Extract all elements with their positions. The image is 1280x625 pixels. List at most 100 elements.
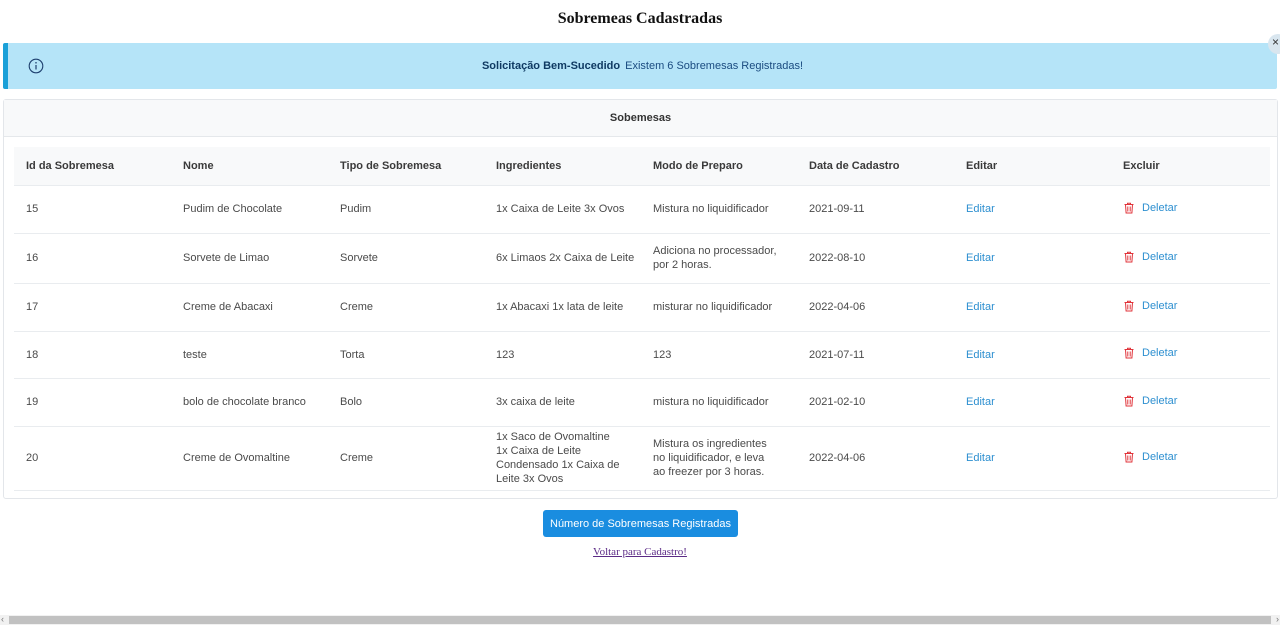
edit-link[interactable]: Editar bbox=[966, 396, 995, 408]
delete-button[interactable]: Deletar bbox=[1123, 346, 1177, 360]
cell-excluir: Deletar bbox=[1111, 233, 1270, 284]
count-desserts-button[interactable]: Número de Sobremesas Registradas bbox=[543, 510, 738, 537]
cell-data: 2021-07-11 bbox=[797, 331, 954, 379]
horizontal-scrollbar[interactable]: ‹ › bbox=[0, 614, 1280, 625]
page-title: Sobremeas Cadastradas bbox=[557, 10, 723, 27]
back-to-register-link[interactable]: Voltar para Cadastro! bbox=[0, 546, 1280, 558]
cell-tipo: Sorvete bbox=[328, 233, 484, 284]
column-header[interactable]: Editar bbox=[954, 147, 1111, 186]
table-header-row: Id da Sobremesa Nome Tipo de Sobremesa I… bbox=[14, 147, 1270, 186]
cell-data: 2022-04-06 bbox=[797, 283, 954, 332]
cell-modo: 123 bbox=[641, 331, 797, 379]
column-header[interactable]: Modo de Preparo bbox=[641, 147, 797, 186]
delete-label: Deletar bbox=[1142, 347, 1178, 359]
edit-link[interactable]: Editar bbox=[966, 349, 995, 361]
cell-excluir: Deletar bbox=[1111, 185, 1270, 234]
cell-nome: Creme de Ovomaltine bbox=[171, 426, 328, 491]
cell-tipo: Bolo bbox=[328, 378, 484, 427]
cell-editar: Editar bbox=[954, 283, 1111, 332]
cell-nome: teste bbox=[171, 331, 328, 379]
cell-tipo: Creme bbox=[328, 283, 484, 332]
trash-icon bbox=[1123, 202, 1135, 214]
desserts-table: Id da Sobremesa Nome Tipo de Sobremesa I… bbox=[14, 147, 1270, 491]
page: Sobremeas Cadastradas Solicitação Bem-Su… bbox=[0, 0, 1280, 625]
scrollbar-thumb[interactable] bbox=[9, 616, 1271, 624]
success-alert: Solicitação Bem-Sucedido Existem 6 Sobre… bbox=[3, 43, 1277, 89]
cell-data: 2021-09-11 bbox=[797, 185, 954, 234]
delete-label: Deletar bbox=[1142, 394, 1178, 407]
cell-modo: misturar no liquidificador bbox=[641, 283, 797, 332]
scroll-right-icon[interactable]: › bbox=[1276, 614, 1279, 624]
cell-tipo: Pudim bbox=[328, 185, 484, 234]
edit-link[interactable]: Editar bbox=[966, 301, 995, 313]
cell-nome: Sorvete de Limao bbox=[171, 233, 328, 284]
cell-nome: Pudim de Chocolate bbox=[171, 185, 328, 234]
cell-editar: Editar bbox=[954, 378, 1111, 427]
cell-excluir: Deletar bbox=[1111, 331, 1270, 379]
trash-icon bbox=[1123, 451, 1135, 463]
table-row: 19 bolo de chocolate branco Bolo 3x caix… bbox=[14, 378, 1270, 427]
column-header[interactable]: Tipo de Sobremesa bbox=[328, 147, 484, 186]
delete-label: Deletar bbox=[1142, 201, 1178, 214]
cell-ingredientes: 1x Caixa de Leite 3x Ovos bbox=[484, 185, 641, 234]
cell-data: 2022-08-10 bbox=[797, 233, 954, 284]
delete-button[interactable]: Deletar bbox=[1123, 299, 1177, 313]
trash-icon bbox=[1123, 300, 1135, 312]
edit-link[interactable]: Editar bbox=[966, 203, 995, 215]
cell-id: 16 bbox=[14, 233, 171, 284]
edit-link[interactable]: Editar bbox=[966, 252, 995, 264]
cell-ingredientes: 3x caixa de leite bbox=[484, 378, 641, 427]
cell-modo: Mistura no liquidificador bbox=[641, 185, 797, 234]
cell-editar: Editar bbox=[954, 233, 1111, 284]
cell-id: 20 bbox=[14, 426, 171, 491]
column-header[interactable]: Id da Sobremesa bbox=[14, 147, 171, 186]
table-row: 16 Sorvete de Limao Sorvete 6x Limaos 2x… bbox=[14, 233, 1270, 284]
column-header[interactable]: Data de Cadastro bbox=[797, 147, 954, 186]
cell-editar: Editar bbox=[954, 331, 1111, 379]
cell-excluir: Deletar bbox=[1111, 283, 1270, 332]
desserts-card: Sobemesas Id da Sobremesa Nome Tipo de S… bbox=[3, 99, 1278, 499]
delete-label: Deletar bbox=[1142, 250, 1178, 263]
alert-detail: Existem 6 Sobremesas Registradas! bbox=[625, 60, 804, 72]
cell-modo: Adiciona no processador, por 2 horas. bbox=[641, 233, 797, 284]
cell-tipo: Torta bbox=[328, 331, 484, 379]
cell-ingredientes: 1x Saco de Ovomaltine 1x Caixa de Leite … bbox=[484, 426, 641, 491]
cell-data: 2021-02-10 bbox=[797, 378, 954, 427]
card-title: Sobemesas bbox=[4, 100, 1277, 137]
scroll-left-icon[interactable]: ‹ bbox=[1, 614, 4, 624]
delete-label: Deletar bbox=[1142, 450, 1178, 463]
trash-icon bbox=[1123, 347, 1135, 359]
trash-icon bbox=[1123, 395, 1135, 407]
cell-ingredientes: 123 bbox=[484, 331, 641, 379]
cell-tipo: Creme bbox=[328, 426, 484, 491]
cell-editar: Editar bbox=[954, 426, 1111, 491]
table-row: 20 Creme de Ovomaltine Creme 1x Saco de … bbox=[14, 426, 1270, 491]
edit-link[interactable]: Editar bbox=[966, 452, 995, 464]
trash-icon bbox=[1123, 251, 1135, 263]
column-header[interactable]: Excluir bbox=[1111, 147, 1270, 186]
cell-excluir: Deletar bbox=[1111, 426, 1270, 491]
cell-ingredientes: 6x Limaos 2x Caixa de Leite bbox=[484, 233, 641, 284]
delete-button[interactable]: Deletar bbox=[1123, 394, 1177, 408]
cell-ingredientes: 1x Abacaxi 1x lata de leite bbox=[484, 283, 641, 332]
delete-label: Deletar bbox=[1142, 299, 1178, 312]
cell-editar: Editar bbox=[954, 185, 1111, 234]
cell-nome: bolo de chocolate branco bbox=[171, 378, 328, 427]
cell-id: 17 bbox=[14, 283, 171, 332]
delete-button[interactable]: Deletar bbox=[1123, 250, 1177, 264]
cell-excluir: Deletar bbox=[1111, 378, 1270, 427]
table-row: 15 Pudim de Chocolate Pudim 1x Caixa de … bbox=[14, 185, 1270, 234]
column-header[interactable]: Nome bbox=[171, 147, 328, 186]
alert-summary: Solicitação Bem-Sucedido bbox=[481, 60, 621, 72]
cell-data: 2022-04-06 bbox=[797, 426, 954, 491]
cell-modo: Mistura os ingredientes no liquidificado… bbox=[641, 426, 797, 491]
cell-id: 15 bbox=[14, 185, 171, 234]
cell-id: 19 bbox=[14, 378, 171, 427]
delete-button[interactable]: Deletar bbox=[1123, 450, 1177, 464]
alert-message: Solicitação Bem-Sucedido Existem 6 Sobre… bbox=[8, 43, 1277, 89]
delete-button[interactable]: Deletar bbox=[1123, 201, 1177, 215]
cell-nome: Creme de Abacaxi bbox=[171, 283, 328, 332]
table-row: 17 Creme de Abacaxi Creme 1x Abacaxi 1x … bbox=[14, 283, 1270, 332]
column-header[interactable]: Ingredientes bbox=[484, 147, 641, 186]
cell-modo: mistura no liquidificador bbox=[641, 378, 797, 427]
